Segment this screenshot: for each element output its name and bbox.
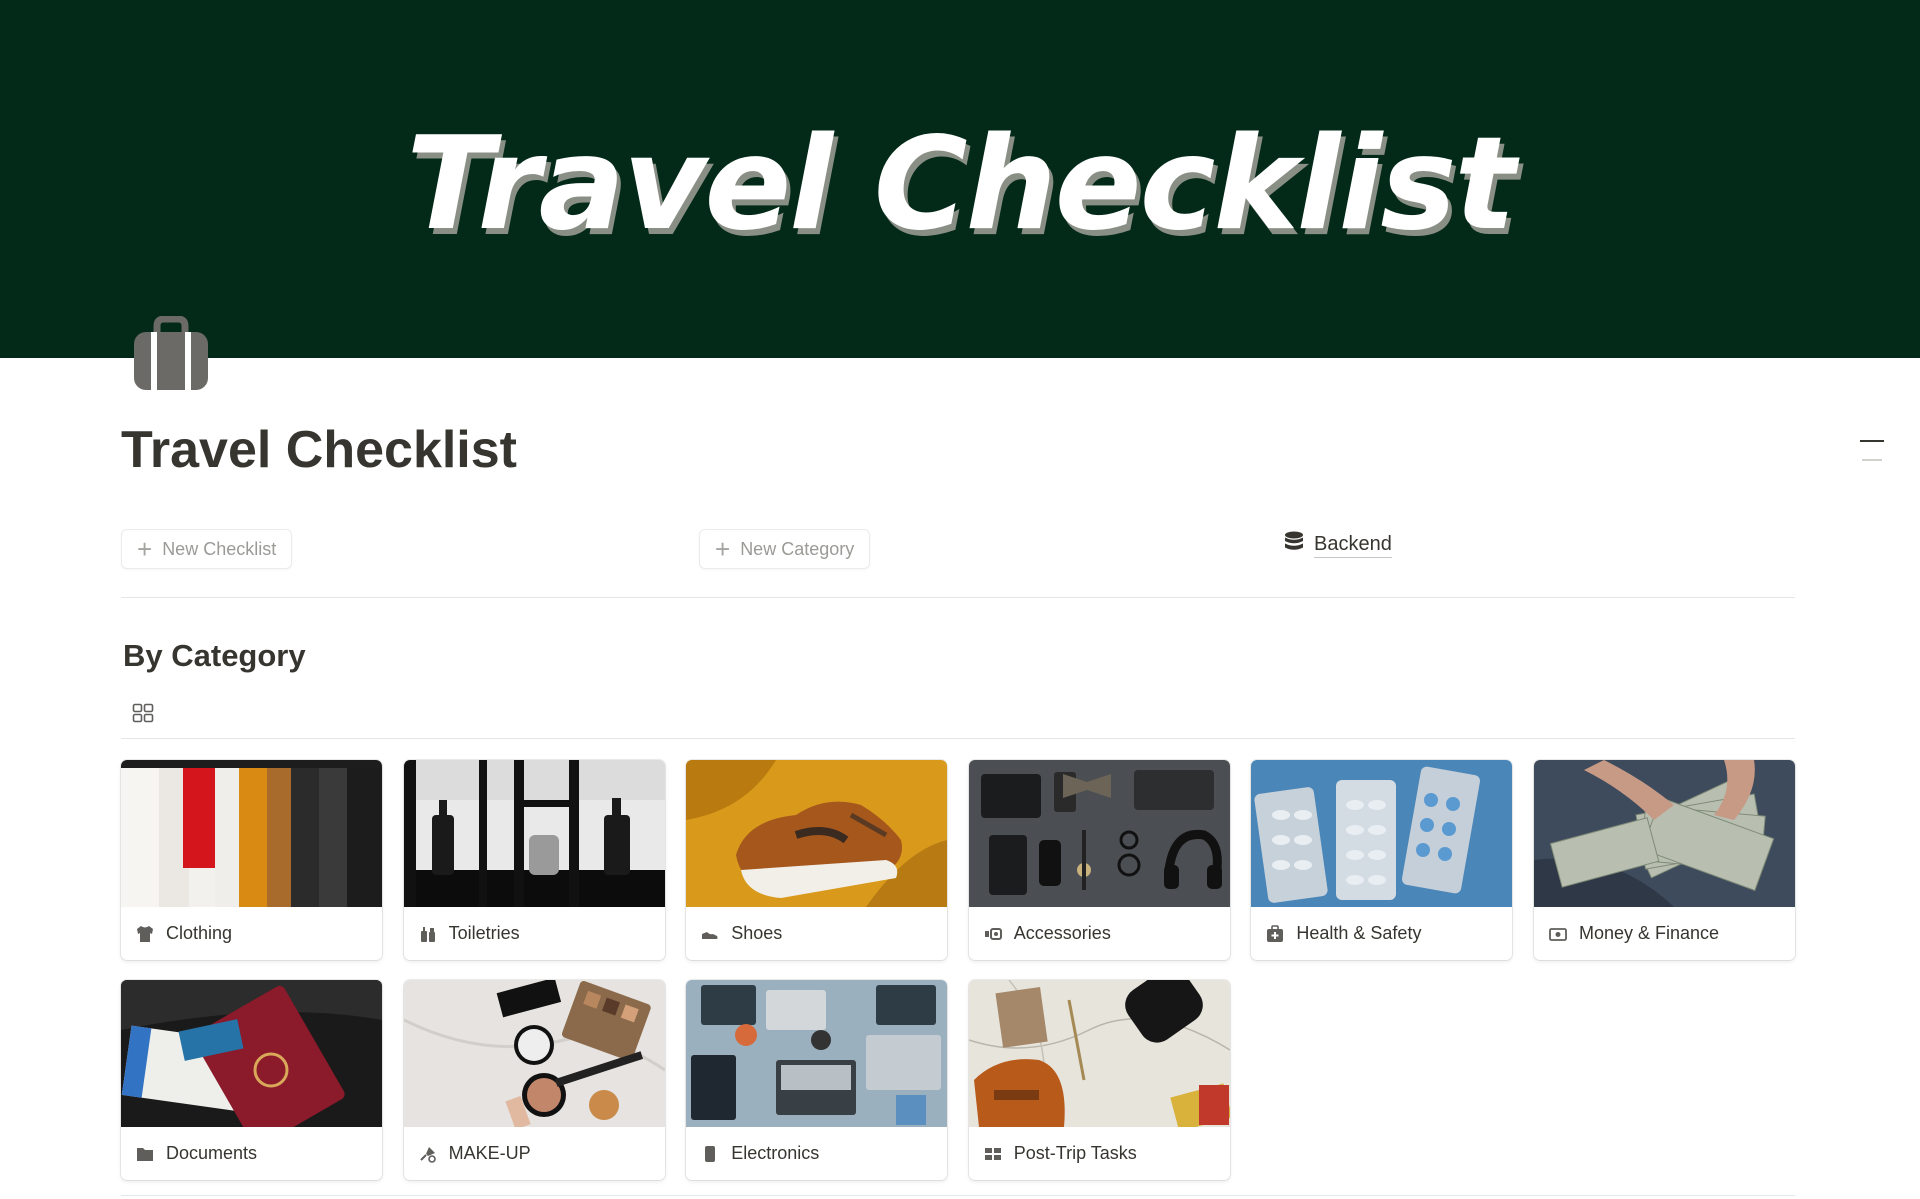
backend-link[interactable]: Backend xyxy=(1284,531,1392,559)
bottles-icon xyxy=(419,925,437,943)
category-label: Shoes xyxy=(731,923,783,943)
category-card-money-finance[interactable]: Money & Finance xyxy=(1533,760,1795,960)
category-label: Money & Finance xyxy=(1578,923,1720,943)
category-label: MAKE-UP xyxy=(448,1143,531,1163)
card-cover-image xyxy=(686,760,948,907)
category-label: Accessories xyxy=(1013,923,1111,943)
makeup-brush-icon xyxy=(419,1145,437,1163)
category-card-make-up[interactable]: MAKE-UP xyxy=(403,980,665,1180)
divider xyxy=(121,1195,1795,1196)
folder-icon xyxy=(136,1145,154,1163)
category-card-documents[interactable]: Documents xyxy=(121,980,382,1180)
card-cover-image xyxy=(968,980,1230,1127)
new-category-button[interactable]: + New Category xyxy=(699,529,871,569)
category-card-clothing[interactable]: Clothing xyxy=(121,760,382,960)
backend-label: Backend xyxy=(1314,533,1392,558)
card-cover-image xyxy=(1251,760,1513,907)
divider xyxy=(121,597,1795,598)
layout-icon xyxy=(984,1145,1002,1163)
new-checklist-button[interactable]: + New Checklist xyxy=(121,529,293,569)
briefcase-icon[interactable] xyxy=(131,315,211,392)
money-icon xyxy=(1549,925,1567,943)
gallery-view-icon[interactable] xyxy=(132,703,154,723)
plus-icon: + xyxy=(137,534,153,564)
category-label: Post-Trip Tasks xyxy=(1013,1143,1137,1163)
category-card-post-trip-tasks[interactable]: Post-Trip Tasks xyxy=(968,980,1230,1180)
card-cover-image xyxy=(686,980,948,1127)
category-gallery: Clothing Toiletries Shoes Accessories He… xyxy=(121,760,1795,1180)
shoe-icon xyxy=(701,925,719,943)
divider xyxy=(121,738,1795,739)
category-label: Electronics xyxy=(731,1143,820,1163)
table-of-contents-icon[interactable] xyxy=(1860,440,1884,466)
section-heading: By Category xyxy=(123,638,306,673)
category-label: Toiletries xyxy=(448,923,520,943)
category-label: Documents xyxy=(166,1143,258,1163)
phone-icon xyxy=(701,1145,719,1163)
card-cover-image xyxy=(121,980,382,1127)
page-cover: Travel Checklist xyxy=(0,0,1920,358)
database-icon xyxy=(1284,531,1304,559)
category-label: Health & Safety xyxy=(1296,923,1422,943)
new-category-label: New Category xyxy=(740,538,855,559)
card-cover-image xyxy=(968,760,1230,907)
plus-icon: + xyxy=(715,534,731,564)
category-card-electronics[interactable]: Electronics xyxy=(686,980,948,1180)
category-label: Clothing xyxy=(166,923,233,943)
first-aid-icon xyxy=(1266,924,1284,943)
category-card-accessories[interactable]: Accessories xyxy=(968,760,1230,960)
card-cover-image xyxy=(1533,760,1795,907)
new-checklist-label: New Checklist xyxy=(162,538,277,559)
category-card-shoes[interactable]: Shoes xyxy=(686,760,948,960)
page-title: Travel Checklist xyxy=(121,421,517,479)
card-cover-image xyxy=(121,760,382,907)
shirt-icon xyxy=(136,925,154,943)
card-cover-image xyxy=(403,760,665,907)
cover-title-text: Travel Checklist xyxy=(406,110,1515,259)
category-card-toiletries[interactable]: Toiletries xyxy=(403,760,665,960)
card-cover-image xyxy=(403,980,665,1127)
category-card-health-safety[interactable]: Health & Safety xyxy=(1251,760,1513,960)
accessories-icon xyxy=(984,925,1002,943)
